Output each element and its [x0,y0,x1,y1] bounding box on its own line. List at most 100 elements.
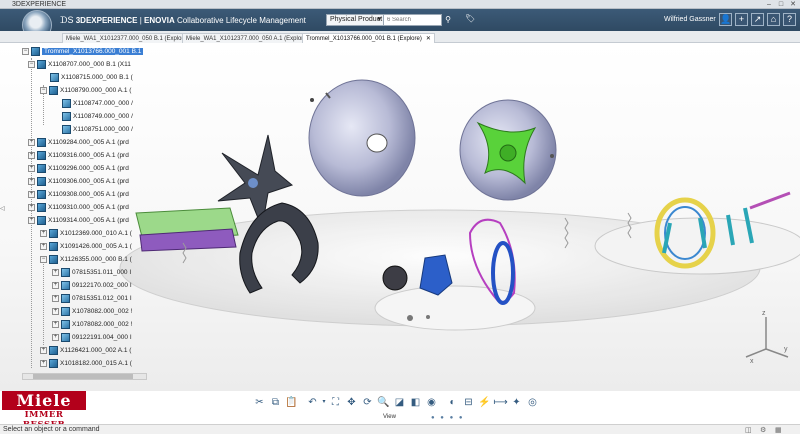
axis-triad-icon[interactable]: z y x [738,305,793,365]
status-icon[interactable]: ◫ [745,426,752,434]
undo-dropdown-icon[interactable]: ▾ [321,395,327,410]
search-icon[interactable]: ⚲ [442,14,454,26]
tab-miele-a1[interactable]: Miele_WA1_X1012377.000_050 A.1 (Explore) [182,33,313,43]
tree-scrollbar[interactable] [22,373,147,380]
collapse-tree-icon[interactable]: ◁ [0,205,6,212]
tree-item[interactable]: + X1109310.000_005 A.1 (prd [28,201,129,214]
tree-item[interactable]: − X1108790.000_000 A.1 ( [40,84,131,97]
share-icon[interactable]: ↗ [751,13,764,26]
expand-icon[interactable]: + [52,308,59,315]
home-icon[interactable]: ⌂ [767,13,780,26]
tree-item[interactable]: +07815351.011_000 I [52,266,131,279]
tag-icon[interactable]: 🏷 [465,14,475,23]
normal-view-icon[interactable]: ◪ [392,395,407,410]
window-title: 3DEXPERIENCE [12,1,67,8]
tab-label: Trommel_X1013766.000_001 B.1 (Explore) [306,36,422,42]
window-title-bar: 3DEXPERIENCE – □ ✕ [0,0,800,9]
tree-item[interactable]: X1108715.000_000 B.1 ( [50,71,133,84]
tree-item-label: Trommel_X1013766.000_001 B.1 [42,48,144,55]
expand-icon[interactable]: + [52,334,59,341]
minimize-icon[interactable]: – [764,0,774,9]
explode-icon[interactable]: ⚡ [477,395,492,410]
expand-icon[interactable]: + [40,243,47,250]
close-tab-icon[interactable]: ✕ [426,36,431,42]
hide-show-icon[interactable]: ◐ [445,395,460,410]
expand-icon[interactable]: + [52,282,59,289]
action-bar-page-dots[interactable]: ● ● ● ● [431,415,465,421]
action-bar-section-label[interactable]: View [383,414,396,420]
tree-item[interactable]: +09122191.004_000 I [52,331,132,344]
expand-icon[interactable]: + [28,165,35,172]
undo-icon[interactable]: ↶ [305,395,320,410]
expand-icon[interactable]: + [28,217,35,224]
copy-icon[interactable]: ⧉ [268,395,283,410]
compass-reset-icon[interactable]: ✦ [509,395,524,410]
collapse-icon[interactable]: − [40,87,47,94]
tree-item[interactable]: +09122170.002_000 I [52,279,132,292]
paste-icon[interactable]: 📋 [284,395,299,410]
expand-icon[interactable]: + [28,139,35,146]
tree-item[interactable]: + X1078082.000_002 ! [52,305,132,318]
collapse-icon[interactable]: − [22,48,29,55]
search-scope-select[interactable]: Physical Product [326,14,384,26]
collapse-icon[interactable]: − [40,256,47,263]
tree-item[interactable]: + X1109284.000_005 A.1 (prd [28,136,129,149]
product-icon [37,177,46,186]
tree-item[interactable]: X1108751.000_000 / [62,123,133,136]
tree-item[interactable]: − X1108707.000_000 B.1 (X11 [28,58,131,71]
tree-item[interactable]: + X1109316.000_005 A.1 (prd [28,149,129,162]
tree-item[interactable]: + X1109306.000_005 A.1 (prd [28,175,129,188]
tree-scrollbar-thumb[interactable] [33,374,133,379]
collapse-icon[interactable]: − [28,61,35,68]
fit-all-icon[interactable]: ⛶ [328,395,343,410]
expand-icon[interactable]: + [40,347,47,354]
user-avatar-icon[interactable]: 👤 [719,13,732,26]
tree-item[interactable]: + X1126421.000_002 A.1 ( [40,344,131,357]
expand-icon[interactable]: + [40,360,47,367]
zoom-icon[interactable]: 🔍 [376,395,391,410]
view-mode-icon[interactable]: ◧ [408,395,423,410]
expand-icon[interactable]: + [28,178,35,185]
help-icon[interactable]: ? [783,13,796,26]
tab-trommel[interactable]: Trommel_X1013766.000_001 B.1 (Explore) ✕ [302,33,435,43]
tree-root[interactable]: − Trommel_X1013766.000_001 B.1 [22,45,144,58]
tab-miele-b1[interactable]: Miele_WA1_X1012377.000_050 B.1 (Explore) [62,33,193,43]
search-input[interactable] [384,14,442,26]
close-window-icon[interactable]: ✕ [788,0,798,9]
pan-icon[interactable]: ✥ [344,395,359,410]
tree-item[interactable]: +07815351.012_001 I [52,292,132,305]
search-bar: Physical Product ⚲ [326,14,454,26]
rotate-icon[interactable]: ⟳ [360,395,375,410]
expand-icon[interactable]: + [28,204,35,211]
maximize-icon[interactable]: □ [776,0,786,9]
tree-item[interactable]: + X1109314.000_005 A.1 (prd [28,214,129,227]
part-icon [50,73,59,82]
globe-icon[interactable]: ◎ [525,395,540,410]
section-icon[interactable]: ⊟ [461,395,476,410]
expand-icon[interactable]: + [28,191,35,198]
user-name[interactable]: Wilfried Gassner [664,9,716,31]
tree-item[interactable]: + X1109308.000_005 A.1 (prd [28,188,129,201]
add-icon[interactable]: + [735,13,748,26]
status-settings-icon[interactable]: ⚙ [760,426,766,434]
expand-icon[interactable]: + [28,152,35,159]
tree-item[interactable]: + X1091426.000_005 A.1 ( [40,240,132,253]
product-icon [37,216,46,225]
tree-item[interactable]: + X1109296.000_005 A.1 (prd [28,162,129,175]
tree-item[interactable]: − X1126355.000_000 B.1 ( [40,253,132,266]
part-icon [61,333,70,342]
expand-icon[interactable]: + [40,230,47,237]
tree-item[interactable]: X1108747.000_000 / [62,97,133,110]
status-grid-icon[interactable]: ▦ [775,426,782,434]
tree-item[interactable]: + X1012369.000_010 A.1 ( [40,227,132,240]
expand-icon[interactable]: + [52,321,59,328]
expand-icon[interactable]: + [52,269,59,276]
cut-icon[interactable]: ✂ [252,395,267,410]
tree-item[interactable]: + X1018182.000_015 A.1 ( [40,357,132,370]
render-style-icon[interactable]: ◉ [424,395,439,410]
tree-item[interactable]: + X1078082.000_002 ! [52,318,132,331]
tree-item[interactable]: X1108749.000_000 / [62,110,133,123]
expand-icon[interactable]: + [52,295,59,302]
part-icon [62,112,71,121]
measure-icon[interactable]: ⟼ [493,395,508,410]
